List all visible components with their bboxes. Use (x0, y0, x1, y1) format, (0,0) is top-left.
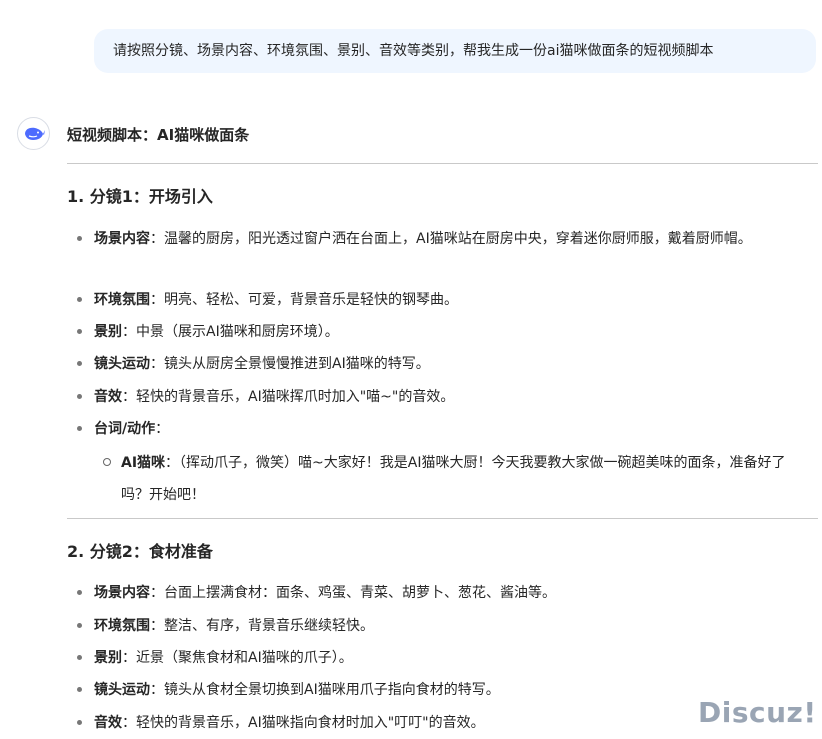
list-item: 场景内容：温馨的厨房，阳光透过窗户洒在台面上，AI猫咪站在厨房中央，穿着迷你厨师… (77, 223, 818, 255)
list-item: 场景内容：台面上摆满食材：面条、鸡蛋、青菜、胡萝卜、葱花、酱油等。 (77, 577, 818, 609)
list-item: 镜头运动：镜头从厨房全景慢慢推进到AI猫咪的特写。 (77, 348, 818, 380)
list-item: 景别：中景（展示AI猫咪和厨房环境）。 (77, 316, 818, 348)
list-item: 环境氛围：整洁、有序，背景音乐继续轻快。 (77, 610, 818, 642)
user-message-text: 请按照分镜、场景内容、环境氛围、景别、音效等类别，帮我生成一份ai猫咪做面条的短… (113, 43, 714, 59)
section-title: 2. 分镜2：食材准备 (67, 542, 213, 561)
user-message-bubble: 请按照分镜、场景内容、环境氛围、景别、音效等类别，帮我生成一份ai猫咪做面条的短… (94, 29, 816, 73)
list-item: 音效：轻快的背景音乐，AI猫咪挥爪时加入"喵~"的音效。 (77, 381, 818, 413)
section-title: 1. 分镜1：开场引入 (67, 187, 213, 206)
divider (67, 518, 818, 519)
list-item: 台词/动作： (77, 413, 818, 445)
list-item: 景别：近景（聚焦食材和AI猫咪的爪子）。 (77, 642, 818, 674)
divider (67, 163, 818, 164)
discuz-watermark: Discuz! (698, 696, 817, 729)
list-item: 环境氛围：明亮、轻松、可爱，背景音乐是轻快的钢琴曲。 (77, 284, 818, 316)
whale-logo-icon (24, 127, 45, 140)
reply-title: 短视频脚本：AI猫咪做面条 (67, 126, 250, 144)
sub-list-item: AI猫咪：（挥动爪子，微笑）喵~大家好！我是AI猫咪大厨！今天我要教大家做一碗超… (103, 447, 811, 511)
assistant-avatar (17, 117, 50, 150)
